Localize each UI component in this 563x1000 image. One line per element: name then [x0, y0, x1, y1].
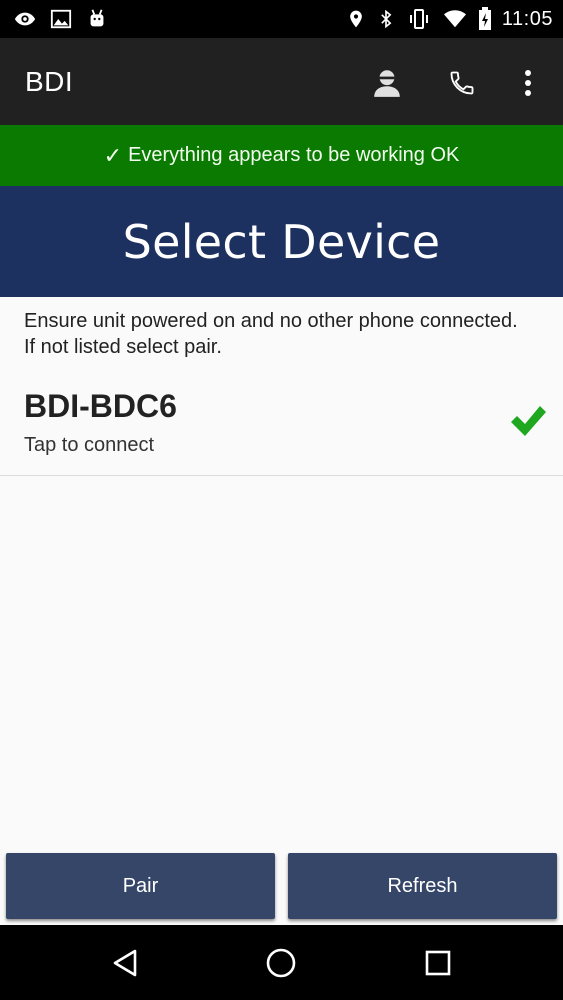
image-icon — [50, 9, 72, 29]
device-subtitle: Tap to connect — [24, 434, 155, 456]
device-list-item[interactable]: BDI-BDC6 Tap to connect — [0, 380, 563, 476]
recents-icon — [425, 950, 451, 976]
location-icon — [350, 10, 362, 28]
eye-icon — [14, 12, 36, 26]
page-header: Select Device — [0, 186, 563, 297]
device-name: BDI-BDC6 — [24, 388, 177, 424]
wifi-icon — [443, 10, 466, 28]
battery-charging-icon — [478, 7, 491, 30]
status-banner: ✓ Everything appears to be working OK — [0, 125, 563, 186]
page-title: Select Device — [122, 214, 441, 269]
home-icon — [266, 948, 296, 978]
home-button[interactable] — [261, 943, 301, 983]
banner-check-icon: ✓ — [103, 142, 123, 168]
navigation-bar — [0, 925, 563, 1000]
status-bar-right-icons: 11:05 — [346, 6, 553, 32]
instructions-text: Ensure unit powered on and no other phon… — [24, 310, 518, 358]
pair-button[interactable]: Pair — [6, 853, 275, 919]
overflow-menu-icon — [525, 70, 531, 96]
overflow-menu-button[interactable] — [508, 63, 548, 103]
status-bar: 11:05 — [0, 0, 563, 38]
checkmark-icon — [511, 406, 546, 436]
status-bar-left-icons — [14, 7, 108, 31]
android-icon — [90, 9, 104, 27]
vibrate-icon — [409, 9, 428, 29]
back-icon — [113, 949, 137, 977]
recents-button[interactable] — [418, 943, 458, 983]
account-button[interactable] — [367, 63, 407, 103]
account-icon — [374, 70, 400, 97]
banner-text: Everything appears to be working OK — [128, 144, 460, 166]
call-button[interactable] — [442, 63, 482, 103]
refresh-button[interactable]: Refresh — [288, 853, 557, 919]
status-time: 11:05 — [501, 7, 553, 30]
bluetooth-icon — [381, 9, 392, 29]
app-title: BDI — [25, 66, 74, 97]
app-bar: BDI — [0, 38, 563, 125]
back-button[interactable] — [105, 943, 145, 983]
phone-icon — [450, 71, 474, 95]
